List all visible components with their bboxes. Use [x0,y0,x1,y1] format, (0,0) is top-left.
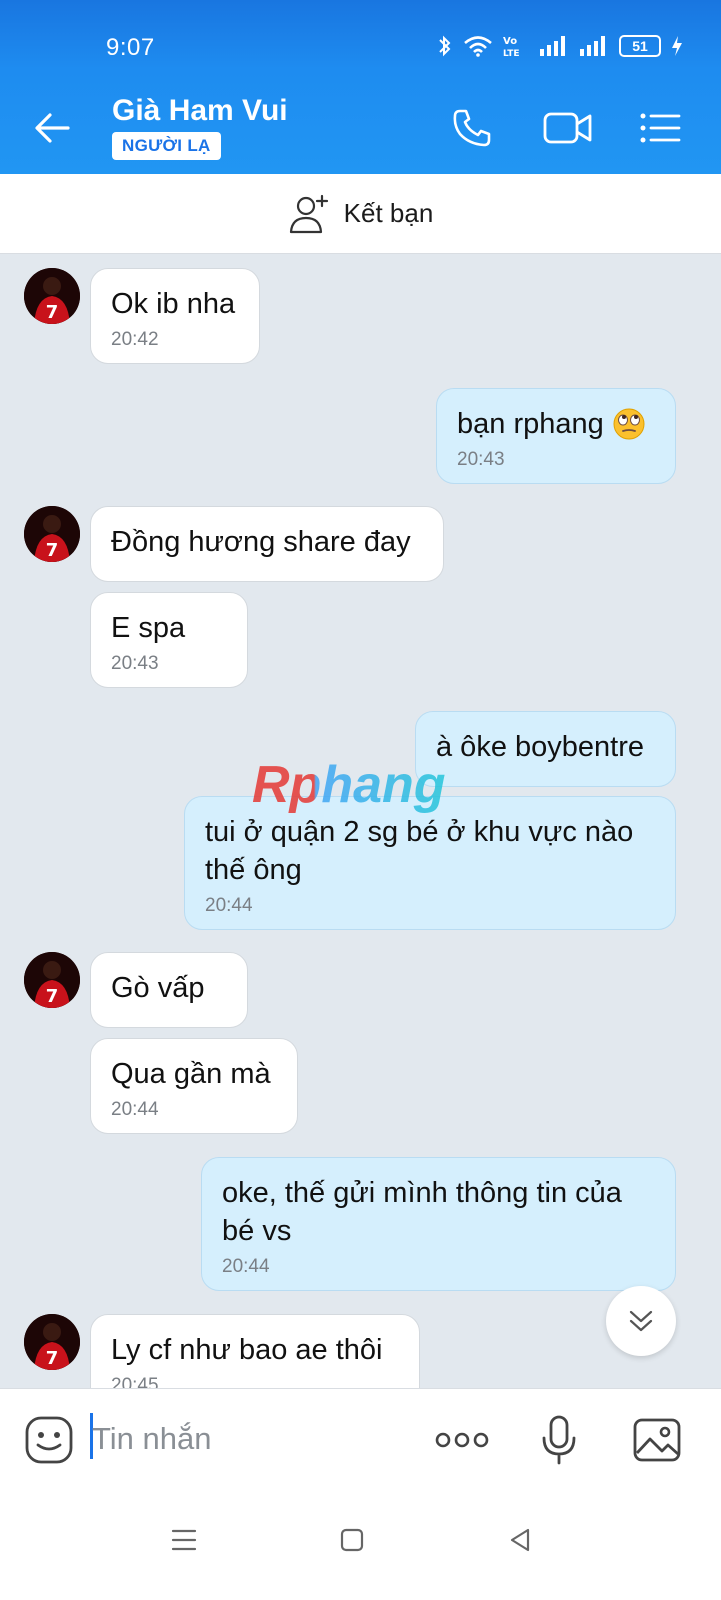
video-camera-icon [543,112,592,144]
message-bubble-incoming[interactable]: Qua gần mà 20:44 [90,1038,298,1134]
menu-button[interactable] [636,104,684,152]
message-time: 20:43 [457,449,505,470]
menu-lines-icon [171,1529,197,1551]
scroll-to-bottom-button[interactable] [606,1286,676,1356]
add-friend-label: Kết bạn [343,198,434,228]
message-time: 20:44 [111,1099,159,1120]
signal-icon-1 [540,36,565,56]
back-button[interactable] [30,106,74,150]
phone-icon [453,109,491,147]
watermark-text: Rphang [252,756,446,814]
square-home-icon [340,1528,364,1552]
bluetooth-icon [439,35,451,57]
message-bubble-outgoing[interactable]: bạn rphang 20:43 [436,388,676,484]
sticker-button[interactable] [22,1413,76,1467]
message-text: Ok ib nha [111,288,236,320]
message-bubble-incoming[interactable]: Ok ib nha 20:42 [90,268,260,364]
message-text-line: bé vs [222,1215,292,1247]
stranger-badge: NGƯỜI LẠ [112,132,221,160]
message-text: Ly cf như bao ae thôi [111,1334,383,1366]
volte-icon: Vo LTE [503,36,520,58]
status-bar: 9:07 Vo LTE 51 [0,0,721,80]
message-text-line: thế ông [205,854,302,886]
svg-text:Vo: Vo [503,36,517,47]
voice-call-button[interactable] [448,104,496,152]
message-time: 20:43 [111,653,159,674]
svg-text:7: 7 [46,986,59,1007]
message-text: E spa [111,612,186,644]
svg-text:7: 7 [46,302,59,323]
home-button[interactable] [328,1516,376,1564]
system-nav-bar [0,1488,721,1600]
message-time: 20:44 [205,895,253,916]
message-time: 20:44 [222,1256,270,1277]
contact-avatar[interactable]: 7 [24,952,80,1008]
message-input[interactable] [92,1417,412,1461]
add-friend-button[interactable]: Kết bạn [0,174,721,254]
message-text: Đồng hương share đay [111,526,411,558]
contact-avatar[interactable]: 7 [24,506,80,562]
status-time: 9:07 [106,34,155,61]
video-call-button[interactable] [540,104,596,152]
eye-roll-emoji-icon [613,408,645,440]
microphone-icon [542,1415,576,1465]
wifi-icon [464,36,492,57]
arrow-left-icon [35,113,70,143]
contact-name[interactable]: Già Ham Vui [112,94,288,128]
add-user-icon [289,194,328,233]
message-bubble-outgoing[interactable]: oke, thế gửi mình thông tin của bé vs 20… [201,1157,676,1291]
voice-message-button[interactable] [532,1413,586,1467]
message-composer [0,1388,721,1488]
list-menu-icon [640,113,681,143]
signal-icon-2 [580,36,605,56]
contact-avatar[interactable]: 7 [24,268,80,324]
contact-avatar[interactable]: 7 [24,1314,80,1370]
message-text: Gò vấp [111,972,205,1004]
triangle-back-icon [510,1528,530,1552]
svg-text:LTE: LTE [503,49,520,58]
battery-icon: 51 [619,35,661,57]
more-options-button[interactable] [434,1413,490,1467]
status-icons: Vo LTE 51 [437,34,683,58]
message-text: à ôke boybentre [436,731,644,763]
top-bar: 9:07 Vo LTE 51 Già Ham Vui NGƯỜI LẠ [0,0,721,174]
message-text-row: bạn rphang [457,405,655,443]
sticker-smile-icon [25,1416,73,1464]
message-bubble-incoming[interactable]: Gò vấp [90,952,248,1028]
send-image-button[interactable] [630,1413,684,1467]
message-text-line: oke, thế gửi mình thông tin của [222,1177,622,1209]
charging-icon [672,36,682,56]
watermark-logo: Rphang [252,756,446,814]
message-text: Qua gần mà [111,1058,271,1090]
system-back-button[interactable] [496,1516,544,1564]
message-bubble-incoming[interactable]: Đồng hương share đay [90,506,444,582]
chat-header: Già Ham Vui NGƯỜI LẠ [0,80,721,174]
message-bubble-incoming[interactable]: E spa 20:43 [90,592,248,688]
battery-level: 51 [632,38,648,54]
more-dots-icon [435,1432,489,1448]
image-icon [633,1418,681,1462]
message-text: bạn rphang [457,408,604,440]
svg-text:7: 7 [46,1348,59,1369]
chevron-double-down-icon [629,1310,653,1332]
message-time: 20:42 [111,329,159,350]
recents-button[interactable] [160,1516,208,1564]
svg-text:7: 7 [46,540,59,561]
